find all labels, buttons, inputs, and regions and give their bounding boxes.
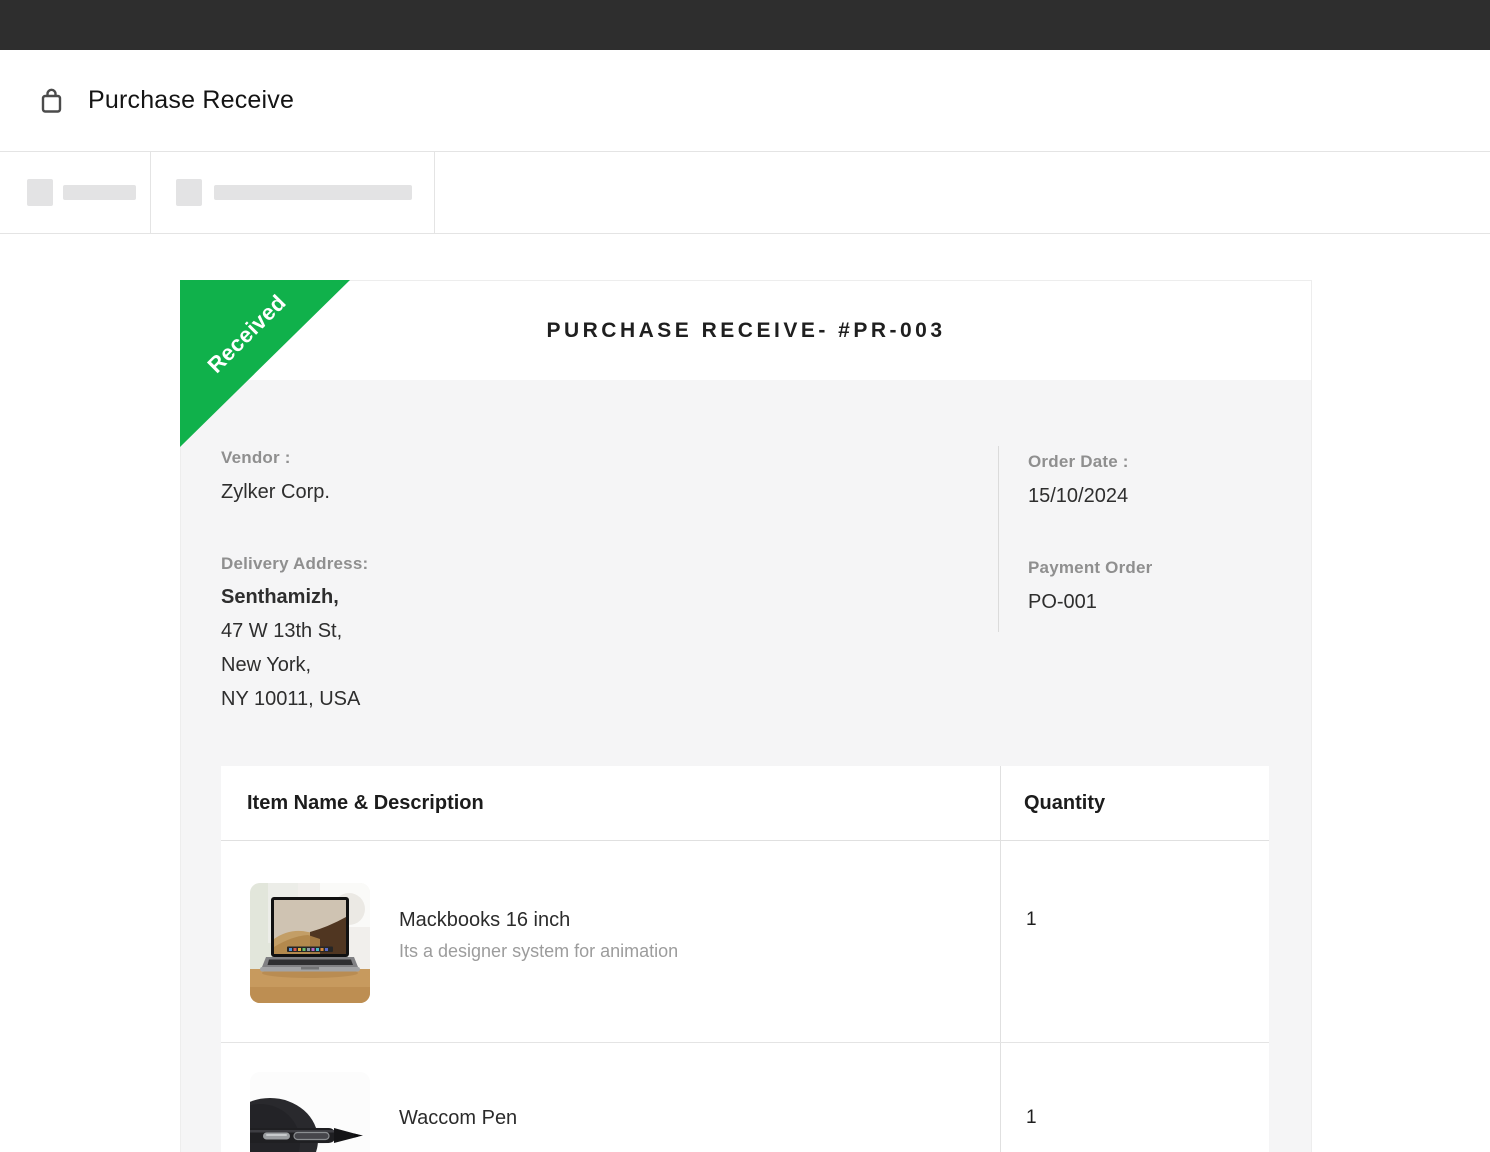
tab-label-placeholder — [214, 185, 412, 200]
purchase-receive-document: Received PURCHASE RECEIVE- #PR-003 Vendo… — [180, 280, 1312, 1152]
page-title: Purchase Receive — [88, 86, 294, 115]
document-header: PURCHASE RECEIVE- #PR-003 — [181, 281, 1311, 380]
item-description: Its a designer system for animation — [399, 941, 678, 962]
item-text: Waccom Pen — [399, 1105, 517, 1131]
wacom-pen-product-image — [250, 1072, 370, 1152]
shopping-bag-icon — [38, 86, 64, 116]
details-left-column: Vendor : Zylker Corp. Delivery Address: … — [221, 446, 998, 716]
document-title: PURCHASE RECEIVE- #PR-003 — [546, 319, 945, 343]
item-cell: Waccom Pen — [221, 1043, 1000, 1152]
delivery-address-label: Delivery Address: — [221, 552, 998, 576]
main-content: Received PURCHASE RECEIVE- #PR-003 Vendo… — [0, 280, 1490, 1152]
tab-bar — [0, 151, 1490, 234]
details-right-column: Order Date : 15/10/2024 Payment Order PO… — [998, 446, 1269, 716]
item-name: Mackbooks 16 inch — [399, 907, 678, 933]
payment-order-label: Payment Order — [1028, 556, 1269, 580]
top-app-bar — [0, 0, 1490, 50]
column-header-item-name: Item Name & Description — [221, 766, 1000, 840]
items-table: Item Name & Description Quantity — [221, 766, 1269, 1152]
item-text: Mackbooks 16 inch Its a designer system … — [399, 907, 678, 962]
page-header: Purchase Receive — [0, 50, 1490, 151]
vendor-name: Zylker Corp. — [221, 478, 998, 506]
column-header-quantity: Quantity — [1000, 766, 1269, 840]
delivery-address: Senthamizh, 47 W 13th St, New York, NY 1… — [221, 580, 998, 716]
item-name: Waccom Pen — [399, 1105, 517, 1131]
tab-label-placeholder — [63, 185, 136, 200]
tab-skeleton-2[interactable] — [151, 152, 435, 233]
payment-order-value: PO-001 — [1028, 588, 1269, 616]
quantity-cell: 1 — [1000, 1043, 1269, 1152]
delivery-address-line: New York, — [221, 648, 998, 682]
tab-skeleton-1[interactable] — [0, 152, 151, 233]
table-row: Mackbooks 16 inch Its a designer system … — [221, 841, 1269, 1043]
details-right-inner: Order Date : 15/10/2024 Payment Order PO… — [998, 446, 1269, 632]
table-header-row: Item Name & Description Quantity — [221, 766, 1269, 841]
delivery-address-line: 47 W 13th St, — [221, 614, 998, 648]
document-details: Vendor : Zylker Corp. Delivery Address: … — [221, 446, 1269, 716]
item-cell: Mackbooks 16 inch Its a designer system … — [221, 841, 1000, 1042]
order-date-label: Order Date : — [1028, 450, 1269, 474]
order-date-value: 15/10/2024 — [1028, 482, 1269, 510]
table-row: Waccom Pen 1 — [221, 1043, 1269, 1152]
tab-icon-placeholder — [176, 179, 202, 206]
macbook-product-image — [250, 883, 370, 1003]
tab-icon-placeholder — [27, 179, 53, 206]
delivery-address-line: Senthamizh, — [221, 580, 998, 614]
vendor-label: Vendor : — [221, 446, 998, 470]
quantity-cell: 1 — [1000, 841, 1269, 1042]
document-body: Vendor : Zylker Corp. Delivery Address: … — [181, 380, 1311, 1152]
delivery-address-line: NY 10011, USA — [221, 682, 998, 716]
